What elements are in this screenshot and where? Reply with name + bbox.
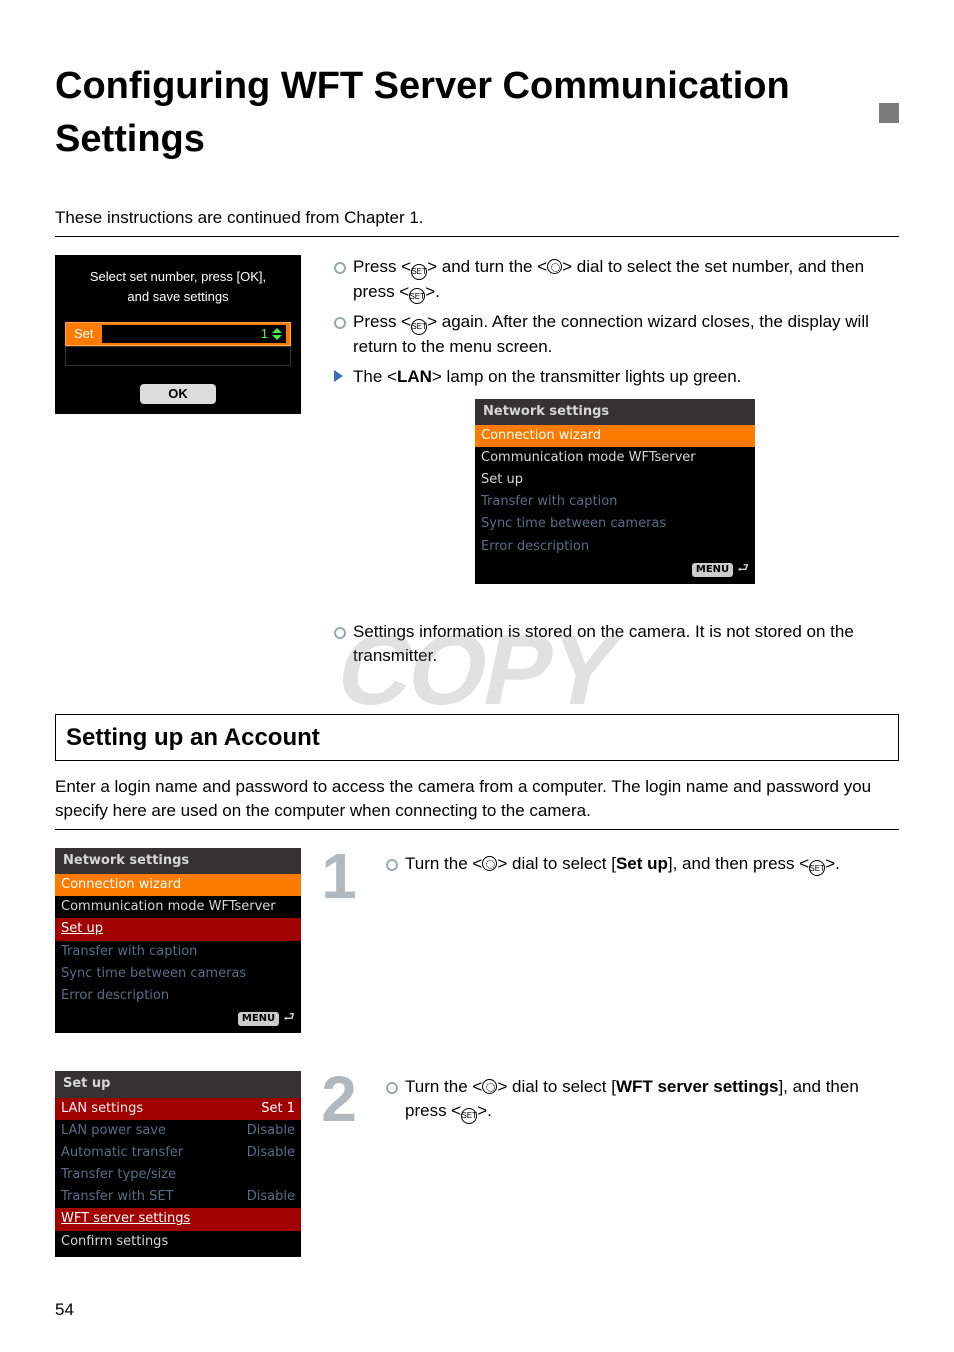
step-number-1: 1	[319, 848, 359, 906]
page-number: 54	[55, 1298, 74, 1322]
page-title: Configuring WFT Server Communication Set…	[55, 60, 899, 166]
instruction-list-top: Press <SET> and turn the <> dial to sele…	[331, 255, 899, 359]
bullet-item: Press <SET> and turn the <> dial to sele…	[331, 255, 899, 304]
lcd-set-msg-line2: and save settings	[127, 289, 228, 304]
lcd-row-disabled: Sync time between cameras	[475, 513, 755, 535]
step-number-2: 2	[319, 1071, 359, 1129]
instruction-list-bottom: Settings information is stored on the ca…	[331, 620, 899, 668]
text: >.	[477, 1101, 492, 1120]
lcd-title: Network settings	[475, 399, 755, 425]
dial-icon	[482, 1079, 497, 1094]
bullet-item: Settings information is stored on the ca…	[331, 620, 899, 668]
lcd-row-label: Transfer with SET	[61, 1188, 174, 1206]
lcd-row-disabled: Transfer with caption	[55, 941, 301, 963]
lcd-ok-button: OK	[140, 384, 216, 404]
bullet-item: Turn the < > dial to select [Set up], and…	[383, 852, 899, 877]
text: Turn the <	[405, 854, 482, 873]
lcd-row-label: LAN settings	[61, 1100, 143, 1118]
lcd-row: Communication mode WFTserver	[55, 896, 301, 918]
lcd-set-message: Select set number, press [OK], and save …	[65, 267, 291, 306]
dial-icon	[482, 856, 497, 871]
section-heading-box: Setting up an Account	[55, 714, 899, 762]
title-text: Configuring WFT Server Communication Set…	[55, 60, 865, 166]
text: Press <	[353, 312, 411, 331]
dial-icon	[547, 259, 562, 274]
text: > and turn the <	[427, 257, 547, 276]
set-icon: SET	[409, 288, 425, 304]
text: > lamp on the transmitter lights up gree…	[432, 367, 741, 386]
menu-badge-icon: MENU	[692, 563, 733, 577]
lcd-row: Automatic transfer Disable	[55, 1142, 301, 1164]
lcd-set-value: 1	[102, 325, 286, 343]
lcd-row: Transfer type/size	[55, 1164, 301, 1186]
lcd-step1-screen: Network settings Connection wizard Commu…	[55, 848, 301, 1034]
step-1-row: Network settings Connection wizard Commu…	[55, 848, 899, 1054]
lcd-row-disabled: Error description	[475, 536, 755, 558]
text: > dial to select [	[497, 854, 616, 873]
lcd-set-msg-line1: Select set number, press [OK],	[90, 269, 266, 284]
lcd-set-field-row: Set 1	[65, 322, 291, 346]
lcd-row: Confirm settings	[55, 1231, 301, 1253]
lcd-row-disabled: Sync time between cameras	[55, 963, 301, 985]
lcd-row: Communication mode WFTserver	[475, 447, 755, 469]
step1-text: Turn the < > dial to select [Set up], and…	[383, 852, 899, 877]
divider	[55, 829, 899, 830]
text: Turn the <	[405, 1077, 482, 1096]
lcd-title: Set up	[55, 1071, 301, 1097]
lcd-title: Network settings	[55, 848, 301, 874]
text-bold: LAN	[397, 367, 432, 386]
lcd-row-value: Set 1	[261, 1100, 295, 1118]
lcd-menu-row: MENU ⮐	[55, 1007, 301, 1029]
text: >.	[825, 854, 840, 873]
lcd-row-disabled: Error description	[55, 985, 301, 1007]
lcd-row-selected: LAN settings Set 1	[55, 1098, 301, 1120]
lcd-set-label: Set	[66, 325, 102, 343]
lcd-highlight-row: WFT server settings	[55, 1208, 301, 1230]
lcd-selected-row: Connection wizard	[475, 425, 755, 447]
lcd-row-disabled: Transfer with caption	[475, 491, 755, 513]
text: ], and then press <	[668, 854, 809, 873]
section-intro: Enter a login name and password to acces…	[55, 775, 899, 823]
lcd-row-label: LAN power save	[61, 1122, 166, 1140]
lcd-row: LAN power save Disable	[55, 1120, 301, 1142]
lcd-row-label: Transfer type/size	[61, 1166, 176, 1184]
divider	[55, 236, 899, 237]
set-icon: SET	[461, 1108, 477, 1124]
text-bold: Set up	[616, 854, 668, 873]
lcd-set-screen: Select set number, press [OK], and save …	[55, 255, 301, 414]
step2-text: Turn the < > dial to select [WFT server s…	[383, 1075, 899, 1123]
set-icon: SET	[809, 860, 825, 876]
intro-text: These instructions are continued from Ch…	[55, 206, 899, 230]
text-bold: WFT server settings	[616, 1077, 779, 1096]
bullet-item: Press <SET> again. After the connection …	[331, 310, 899, 358]
lcd-row: Transfer with SET Disable	[55, 1186, 301, 1208]
lcd-menu-row: MENU ⮐	[475, 558, 755, 580]
section-heading: Setting up an Account	[66, 721, 888, 755]
title-decor-square	[879, 103, 899, 123]
text: The <	[353, 367, 397, 386]
lcd-set-blank-row	[65, 346, 291, 366]
text: Press <	[353, 257, 411, 276]
lcd-step2-screen: Set up LAN settings Set 1 LAN power save D…	[55, 1071, 301, 1257]
lcd-row-value: Disable	[247, 1122, 295, 1140]
step-2-row: Set up LAN settings Set 1 LAN power save D…	[55, 1071, 899, 1277]
menu-badge-icon: MENU	[238, 1012, 279, 1026]
set-icon: SET	[411, 319, 427, 335]
text: > dial to select [	[497, 1077, 616, 1096]
bullet-item: Turn the < > dial to select [WFT server s…	[383, 1075, 899, 1123]
triangle-note: The <LAN> lamp on the transmitter lights…	[331, 365, 899, 389]
lcd-selected-row: Connection wizard	[55, 874, 301, 896]
lcd-row-value: Disable	[247, 1188, 295, 1206]
lcd-highlight-row: Set up	[55, 918, 301, 940]
lcd-row-label: Automatic transfer	[61, 1144, 183, 1162]
lcd-row: Set up	[475, 469, 755, 491]
set-icon: SET	[411, 264, 427, 280]
text: > again. After the connection wizard clo…	[353, 312, 869, 356]
lcd-network-screen: Network settings Connection wizard Commu…	[475, 399, 755, 585]
lcd-row-value: Disable	[247, 1144, 295, 1162]
text: >.	[425, 282, 440, 301]
